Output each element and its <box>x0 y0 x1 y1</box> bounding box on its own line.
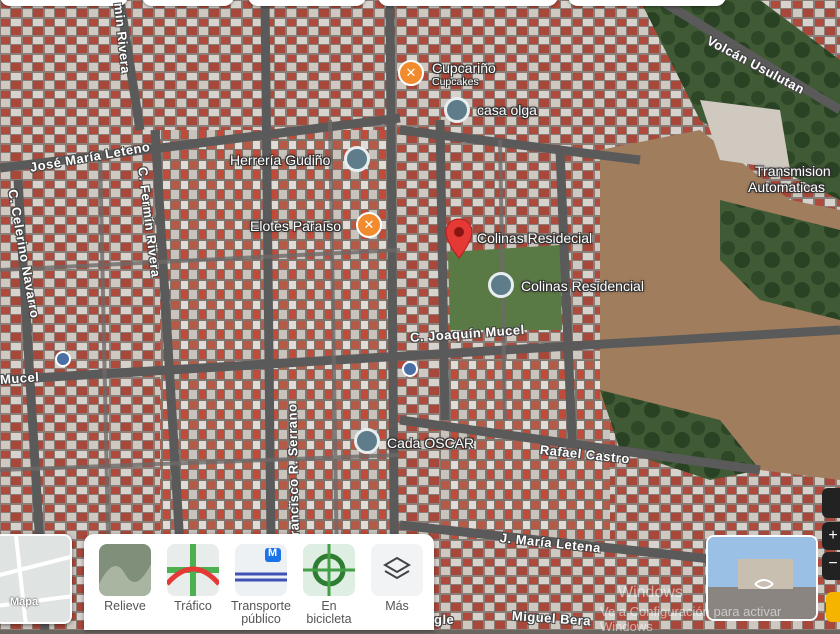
restaurant-icon[interactable]: ✕ <box>398 60 424 86</box>
filter-chip[interactable] <box>142 0 234 6</box>
restaurant-icon[interactable]: ✕ <box>356 212 382 238</box>
layers-panel: Relieve Tráfico M Transporte público En … <box>84 534 434 630</box>
zoom-in-button[interactable]: + <box>822 522 840 550</box>
place-icon[interactable] <box>488 272 514 298</box>
poi-label[interactable]: Colinas Residecial <box>477 230 592 246</box>
metro-badge: M <box>268 547 278 559</box>
poi-label[interactable]: Cupcariño <box>432 60 496 76</box>
rotate-360-icon <box>754 579 774 589</box>
layer-transit[interactable]: M Transporte público <box>230 544 292 626</box>
street-label: gle <box>434 612 455 627</box>
place-icon[interactable] <box>344 146 370 172</box>
bicycle-icon <box>303 544 355 596</box>
layer-label: Relieve <box>104 599 146 613</box>
bus-stop-icon[interactable] <box>402 361 418 377</box>
layers-icon <box>371 544 423 596</box>
poi-label[interactable]: Colinas Residencial <box>521 278 644 294</box>
poi-label[interactable]: Automaticas <box>748 179 825 195</box>
poi-label[interactable]: Elotes Paraíso <box>250 218 341 234</box>
poi-label[interactable]: Transmision <box>755 163 831 179</box>
zoom-out-button[interactable]: − <box>822 552 840 580</box>
street-label: rancisco R. Serrano <box>284 403 302 536</box>
activation-watermark: Windows <box>618 584 683 601</box>
street-label: Mucel <box>0 369 40 387</box>
map-thumbnail-icon <box>0 536 70 622</box>
layer-label: Tráfico <box>174 599 212 613</box>
poi-label[interactable]: Cada OSCAR <box>387 435 474 451</box>
museum-icon[interactable] <box>354 428 380 454</box>
location-pin-icon[interactable] <box>444 218 474 260</box>
filter-chip[interactable] <box>568 0 726 6</box>
map-type-toggle[interactable]: Mapa <box>0 534 72 624</box>
poi-label[interactable]: casa olga <box>477 102 537 118</box>
layer-label: Más <box>385 599 409 613</box>
layer-label: público <box>241 612 281 626</box>
layer-traffic[interactable]: Tráfico <box>162 544 224 613</box>
filter-chip[interactable] <box>0 0 128 6</box>
layer-more[interactable]: Más <box>366 544 428 613</box>
terrain-icon <box>99 544 151 596</box>
layer-label: bicicleta <box>306 612 352 626</box>
traffic-icon <box>167 544 219 596</box>
filter-chip[interactable] <box>248 0 366 6</box>
layer-bicycle[interactable]: En bicicleta <box>298 544 360 626</box>
compass-button[interactable] <box>822 488 840 518</box>
poi-sublabel: Cupcakes <box>432 76 479 88</box>
transit-icon: M <box>235 544 287 596</box>
bus-stop-icon[interactable] <box>55 351 71 367</box>
filter-chip[interactable] <box>378 0 558 6</box>
layer-terrain[interactable]: Relieve <box>94 544 156 613</box>
map-type-label: Mapa <box>10 596 39 608</box>
poi-label[interactable]: Herrería Gudiño <box>230 152 330 168</box>
place-icon[interactable] <box>444 97 470 123</box>
